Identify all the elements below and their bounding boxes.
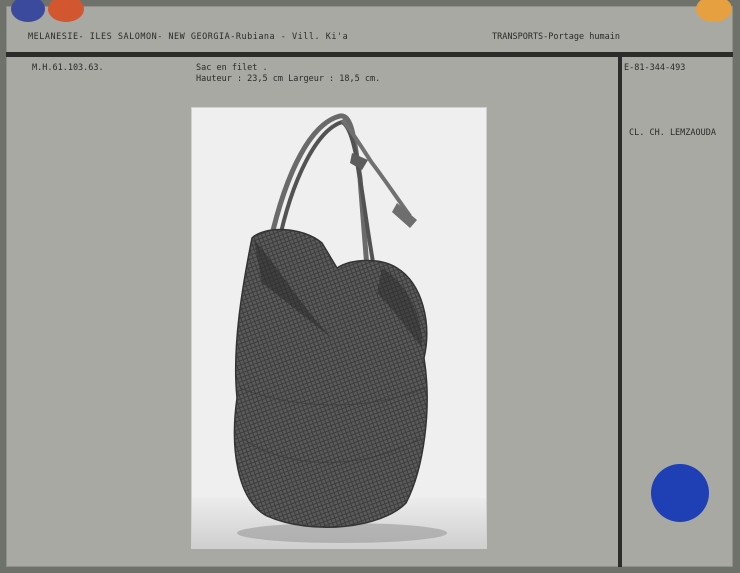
orange-color-dot: [696, 0, 732, 22]
blue-color-dot: [11, 0, 45, 22]
red-color-dot: [48, 0, 84, 22]
net-bag-image: [192, 108, 486, 548]
photo-number: E-81-344-493: [624, 63, 686, 73]
catalog-card: MELANESIE- ILES SALOMON- NEW GEORGIA-Rub…: [6, 0, 733, 567]
column-divider: [618, 57, 622, 567]
photo-credit: CL. CH. LEMZAOUDA: [629, 128, 716, 138]
inventory-number: M.H.61.103.63.: [32, 63, 104, 73]
object-name: Sac en filet .: [196, 63, 268, 73]
header-divider: [6, 52, 733, 57]
region-heading: MELANESIE- ILES SALOMON- NEW GEORGIA-Rub…: [28, 32, 349, 42]
theme-heading: TRANSPORTS-Portage humain: [492, 32, 620, 42]
object-photograph: [192, 108, 486, 548]
object-dimensions: Hauteur : 23,5 cm Largeur : 18,5 cm.: [196, 74, 381, 84]
blue-marker-dot: [651, 464, 709, 522]
